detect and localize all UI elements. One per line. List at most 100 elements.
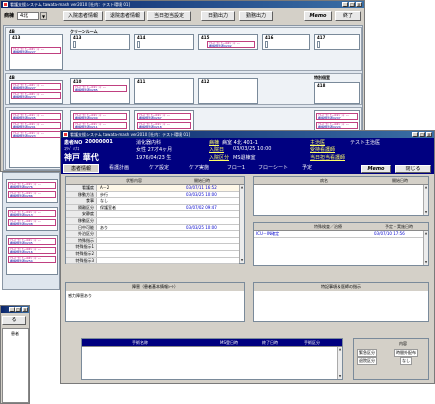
bed-slot[interactable]: ﾐﾔｰﾊﾞｸﾗﾞﾅｰｰ02ﾍﾞｯﾄﾞｰｰ 看護師患者0216 — [8, 247, 56, 254]
status-row-label: 隔離区分 — [66, 204, 97, 211]
scroll-up-icon[interactable]: ▲ — [424, 185, 428, 190]
disability-panel: 障害（患者基本情報ｼｰﾄ） 感力障害あり — [65, 282, 245, 322]
bed-slot[interactable]: ﾐﾔｰﾊﾞｸﾗﾞﾅｰｰ01ﾍﾞｯﾄﾞｰｰ 看護師患者0267 — [137, 113, 191, 120]
bed-slot[interactable]: ﾐﾔｰﾊﾞｸﾗﾞﾅｰｰ01ﾍﾞｯﾄﾞｰｰ 看護師患者0201 — [11, 122, 61, 129]
daily-assign-button[interactable]: 当日担当設定 — [147, 11, 191, 21]
status-row[interactable]: 特殊指示 — [66, 237, 239, 245]
room[interactable]: 414 — [134, 34, 194, 50]
room[interactable]: 417 — [314, 34, 360, 50]
bed-line2: 看護師患者0216 — [10, 250, 33, 254]
bed-slot[interactable]: ﾐﾔｰﾊﾞｸﾗﾞﾅｰｰ01ﾍﾞｯﾄﾞｰｰ 看護師患者0207 — [316, 113, 358, 120]
tab-schedule[interactable]: 予定 — [295, 164, 319, 173]
tab-care-setting[interactable]: ケア設定 — [141, 164, 177, 173]
bed-slot[interactable]: ﾐﾔｰﾊﾞｸﾗﾞﾅｰｰ02ﾍﾞｯﾄﾞｰｰ 看護師患者0227 — [11, 83, 61, 90]
bed-slot[interactable]: ﾐﾔｰﾊﾞｸﾗﾞﾅｰｰ02ﾍﾞｯﾄﾞｰｰ 看護師患者0208 — [8, 219, 56, 226]
room[interactable]: 418 — [314, 82, 360, 104]
room[interactable]: 412 — [198, 78, 258, 104]
status-row[interactable]: 食事 なし — [66, 198, 239, 205]
bed-slot[interactable]: ﾐﾔｰﾊﾞｸﾗﾞﾅｰｰ01ﾍﾞｯﾄﾞｰｰ 看護師患者0285 — [73, 85, 127, 92]
bed-box[interactable] — [137, 41, 140, 48]
maximize-icon[interactable]: □ — [419, 132, 425, 137]
day-output-button[interactable]: 日勤出力 — [201, 11, 235, 21]
discharged-info-button[interactable]: 退院患者情報 — [105, 11, 145, 21]
secondary-tab-button[interactable]: る — [2, 316, 26, 325]
scroll-down-icon[interactable]: ▼ — [338, 374, 342, 379]
bed-slot[interactable]: ﾐﾔｰﾊﾞｸﾗﾞﾅｰｰ02ﾍﾞｯﾄﾞｰｰ 看護師患者0254 — [8, 256, 56, 263]
status-row[interactable]: 看護度 A－2 03/07/11 16:52 — [66, 185, 239, 192]
tab-care-done[interactable]: ケア実施 — [181, 164, 217, 173]
bed-slot[interactable]: ﾐﾔｰﾊﾞｸﾗﾞﾅｰｰ01ﾍﾞｯﾄﾞｰｰ 看護師患者0286 — [8, 191, 56, 198]
room[interactable]: 413 — [70, 34, 130, 50]
status-row[interactable]: 安静度 — [66, 211, 239, 218]
end-button[interactable]: 終了 — [335, 11, 361, 21]
room[interactable]: ﾐﾔｰﾊﾞｸﾗﾞﾅｰｰ02ﾍﾞｯﾄﾞｰｰ 看護師患者0227 ﾐﾔｰﾊﾞｸﾗﾞﾅｰ… — [9, 80, 63, 104]
shift-output-button[interactable]: 勤務出力 — [239, 11, 273, 21]
room[interactable]: ﾐﾔｰﾊﾞｸﾗﾞﾅｰｰ01ﾍﾞｯﾄﾞｰｰ 看護師患者0213 ﾐﾔｰﾊﾞｸﾗﾞﾅｰ… — [6, 207, 58, 231]
ward-select[interactable]: 4北 — [17, 12, 39, 20]
status-row[interactable]: 移動区分 — [66, 218, 239, 225]
close-icon[interactable]: x — [426, 132, 432, 137]
status-row[interactable]: 外泊区分 — [66, 231, 239, 238]
bed-slot[interactable]: ﾐﾔｰﾊﾞｸﾗﾞﾅｰｰ01ﾍﾞｯﾄﾞｰｰ 看護師患者0200 — [73, 113, 127, 120]
bed-box[interactable] — [317, 41, 320, 48]
procedure-col4: 手術区分 — [304, 340, 320, 345]
bed-box[interactable] — [265, 41, 268, 48]
secondary-panel: 患者 — [2, 328, 29, 403]
memo-button[interactable]: Memo — [361, 165, 391, 173]
minimize-icon[interactable]: _ — [342, 2, 348, 7]
status-row[interactable]: 隔離区分 保護室者 03/07/02 09:47 — [66, 204, 239, 212]
room[interactable]: 416 — [262, 34, 310, 50]
status-row-value: 歩行 — [100, 191, 108, 197]
bed-box[interactable] — [73, 41, 76, 48]
scroll-up-icon[interactable]: ▲ — [240, 185, 244, 190]
bed-slot[interactable]: ﾐﾔｰﾊﾞｸﾗﾞﾅｰｰ02ﾍﾞｯﾄﾞｰｰ 看護師患者0273 — [11, 92, 61, 99]
chevron-down-icon[interactable]: ▼ — [40, 12, 47, 20]
bed-slot[interactable]: ﾐﾔｰﾊﾞｸﾗﾞﾅｰｰ02ﾍﾞｯﾄﾞｰｰ 看護師患者0202 — [207, 41, 255, 48]
status-row[interactable]: 日中可能 あり 03/03/25 10:00 — [66, 224, 239, 232]
room[interactable]: 413 ﾐﾔｰﾊﾞｸﾗﾞﾅｰｰ02ﾍﾞｯﾄﾞｰｰ 看護師患者0227 — [9, 34, 63, 70]
scrollbar[interactable]: ▲ ▼ — [337, 347, 342, 379]
room[interactable]: ﾐﾔｰﾊﾞｸﾗﾞﾅｰｰ01ﾍﾞｯﾄﾞｰｰ 看護師患者0205 ﾐﾔｰﾊﾞｸﾗﾞﾅｰ… — [9, 110, 63, 168]
room[interactable]: ﾐﾔｰﾊﾞｸﾗﾞﾅｰｰ01ﾍﾞｯﾄﾞｰｰ 看護師患者0276 ﾐﾔｰﾊﾞｸﾗﾞﾅｰ… — [6, 179, 58, 203]
close-button[interactable]: 閉じる — [395, 165, 431, 173]
bed-slot[interactable]: ﾐﾔｰﾊﾞｸﾗﾞﾅｰｰ02ﾍﾞｯﾄﾞｰｰ 看護師患者0205 — [8, 238, 56, 245]
status-row[interactable]: 特殊指示3 — [66, 257, 239, 265]
tab-care-plan[interactable]: 看護計画 — [101, 164, 137, 173]
bed-slot[interactable]: ﾐﾔｰﾊﾞｸﾗﾞﾅｰｰ01ﾍﾞｯﾄﾞｰｰ 看護師患者0211 — [73, 122, 127, 129]
scroll-up-icon[interactable]: ▲ — [424, 231, 428, 236]
maximize-icon[interactable]: □ — [349, 2, 355, 7]
scrollbar[interactable]: ▲ ▼ — [239, 185, 244, 263]
secondary-title-bar: _ □ x — [1, 306, 29, 313]
scrollbar[interactable]: ▲ ▼ — [423, 231, 428, 265]
scroll-up-icon[interactable]: ▲ — [338, 347, 342, 352]
minimize-icon[interactable]: _ — [412, 132, 418, 137]
memo-button[interactable]: Memo — [304, 11, 332, 21]
treatment-row[interactable]: ICU－IN確定 03/07/10 17:56 — [254, 231, 423, 238]
scroll-down-icon[interactable]: ▼ — [424, 260, 428, 265]
secondary-field-label: 患者 — [11, 331, 19, 336]
scrollbar[interactable]: ▲ ▼ — [423, 185, 428, 215]
close-icon[interactable]: x — [22, 307, 28, 312]
scroll-down-icon[interactable]: ▼ — [240, 258, 244, 263]
bed-slot[interactable]: ﾐﾔｰﾊﾞｸﾗﾞﾅｰｰ01ﾍﾞｯﾄﾞｰｰ 看護師患者0218 — [137, 122, 191, 129]
scroll-down-icon[interactable]: ▼ — [424, 210, 428, 215]
tab-flow1[interactable]: フロー1 — [221, 164, 251, 173]
tab-flowsheet[interactable]: フローシート — [255, 164, 291, 173]
bed-slot[interactable]: ﾐﾔｰﾊﾞｸﾗﾞﾅｰｰ01ﾍﾞｯﾄﾞｰｰ 看護師患者0276 — [8, 182, 56, 189]
bed-slot[interactable]: ﾐﾔｰﾊﾞｸﾗﾞﾅｰｰ02ﾍﾞｯﾄﾞｰｰ 看護師患者0227 — [11, 47, 61, 54]
close-icon[interactable]: x — [356, 2, 362, 7]
status-row[interactable]: 特殊指示2 — [66, 251, 239, 258]
bed-slot[interactable]: ﾐﾔｰﾊﾞｸﾗﾞﾅｰｰ01ﾍﾞｯﾄﾞｰｰ 看護師患者0205 — [11, 113, 61, 120]
room[interactable]: 415 ﾐﾔｰﾊﾞｸﾗﾞﾅｰｰ02ﾍﾞｯﾄﾞｰｰ 看護師患者0202 — [198, 34, 258, 50]
status-row[interactable]: 移動方法 歩行 03/03/25 10:00 — [66, 191, 239, 199]
bed-slot[interactable]: ﾐﾔｰﾊﾞｸﾗﾞﾅｰｰ01ﾍﾞｯﾄﾞｰｰ 看護師患者0223 — [11, 131, 61, 138]
tab-patient-info[interactable]: 患者情報 — [63, 164, 99, 173]
room[interactable]: ﾐﾔｰﾊﾞｸﾗﾞﾅｰｰ02ﾍﾞｯﾄﾞｰｰ 看護師患者0205 ﾐﾔｰﾊﾞｸﾗﾞﾅｰ… — [6, 235, 58, 275]
room[interactable]: 410 ﾐﾔｰﾊﾞｸﾗﾞﾅｰｰ01ﾍﾞｯﾄﾞｰｰ 看護師患者0285 — [70, 78, 130, 104]
status-row[interactable]: 特殊指示1 — [66, 244, 239, 251]
inpatient-info-button[interactable]: 入院患者情報 — [63, 11, 103, 21]
bed-slot[interactable]: ﾐﾔｰﾊﾞｸﾗﾞﾅｰｰ02ﾍﾞｯﾄﾞｰｰ 看護師患者0224 — [316, 122, 358, 129]
maximize-icon[interactable]: □ — [15, 307, 21, 312]
bed-slot[interactable]: ﾐﾔｰﾊﾞｸﾗﾞﾅｰｰ01ﾍﾞｯﾄﾞｰｰ 看護師患者0213 — [8, 210, 56, 217]
room[interactable]: 411 — [134, 78, 194, 104]
